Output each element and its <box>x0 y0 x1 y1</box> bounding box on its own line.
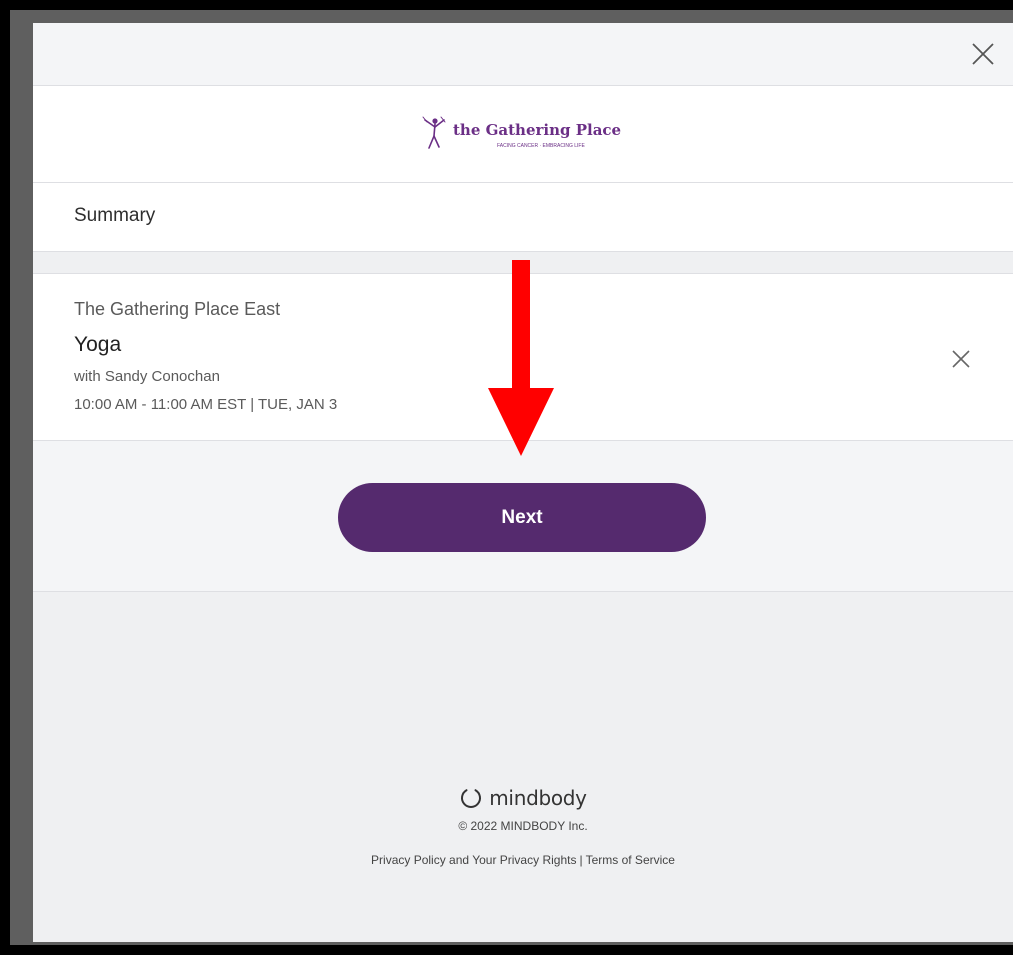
gathering-place-logo: the Gathering Place FACING CANCER · EMBR… <box>419 114 629 154</box>
mindbody-circle-icon <box>461 789 482 808</box>
modal-header <box>33 23 1013 86</box>
remove-item-icon[interactable] <box>950 348 972 370</box>
action-area: Next <box>33 441 1013 592</box>
close-icon[interactable] <box>970 41 996 67</box>
logo-tagline: FACING CANCER · EMBRACING LIFE <box>497 143 585 149</box>
summary-header: Summary <box>33 183 1013 252</box>
item-time: 10:00 AM - 11:00 AM EST | TUE, JAN 3 <box>74 396 338 413</box>
footer-brand-name: mindbody <box>489 786 587 810</box>
booking-modal: the Gathering Place FACING CANCER · EMBR… <box>33 23 1013 942</box>
summary-title: Summary <box>74 205 156 226</box>
dancing-figure-icon <box>422 116 446 149</box>
footer-links: Privacy Policy and Your Privacy Rights | T… <box>33 853 1013 867</box>
logo-wordmark: the Gathering Place <box>453 121 621 139</box>
privacy-policy-link[interactable]: Privacy Policy and Your Privacy Rights <box>371 853 576 867</box>
footer-separator: | <box>579 853 583 867</box>
red-down-arrow-icon <box>488 260 554 456</box>
item-class-name: Yoga <box>74 333 122 356</box>
next-button[interactable]: Next <box>338 483 706 552</box>
terms-of-service-link[interactable]: Terms of Service <box>586 853 675 867</box>
logo-bar: the Gathering Place FACING CANCER · EMBR… <box>33 86 1013 183</box>
footer: mindbody © 2022 MINDBODY Inc. Privacy Po… <box>33 783 1013 867</box>
footer-copyright: © 2022 MINDBODY Inc. <box>458 819 588 833</box>
item-location: The Gathering Place East <box>74 299 281 319</box>
item-instructor: with Sandy Conochan <box>74 368 220 385</box>
footer-brand: mindbody <box>33 783 1013 813</box>
